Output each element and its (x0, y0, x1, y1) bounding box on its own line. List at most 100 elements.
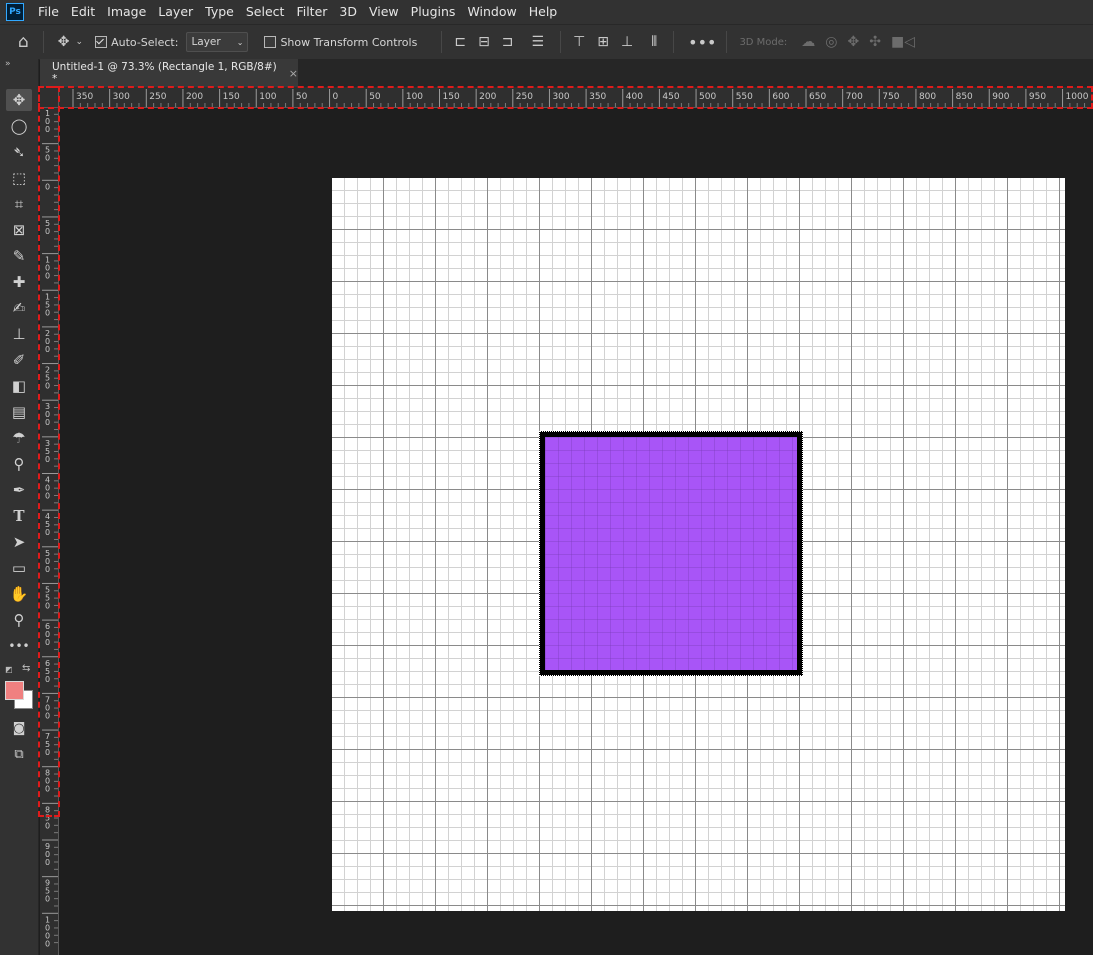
ruler-label: 0 (45, 601, 50, 610)
ruler-label: 950 (1029, 92, 1046, 102)
object-selection-icon[interactable]: ⬚ (6, 167, 32, 189)
menu-select[interactable]: Select (240, 0, 291, 24)
align-right-icon[interactable]: ⊐ (502, 34, 514, 50)
ruler-origin[interactable] (40, 87, 59, 108)
menu-help[interactable]: Help (523, 0, 564, 24)
align-left-icon[interactable]: ⊏ (454, 34, 466, 50)
ruler-label: 800 (919, 92, 936, 102)
blur-icon[interactable]: ☂ (6, 427, 32, 449)
document-tab[interactable]: Untitled-1 @ 73.3% (Rectangle 1, RGB/8#)… (40, 59, 298, 87)
ruler-label: 0 (45, 638, 50, 647)
rectangle-icon[interactable]: ▭ (6, 557, 32, 579)
menu-type[interactable]: Type (199, 0, 240, 24)
ruler-label: 900 (992, 92, 1009, 102)
vertical-ruler[interactable]: 1005005010015020025030035040045050055060… (40, 107, 59, 955)
ruler-label: 200 (479, 92, 496, 102)
pen-icon[interactable]: ✒ (6, 479, 32, 501)
type-icon[interactable]: T (6, 505, 32, 527)
ruler-label: 0 (45, 345, 50, 354)
crop-icon[interactable]: ⌗ (6, 193, 32, 215)
ruler-label: 650 (809, 92, 826, 102)
ruler-label: 150 (223, 92, 240, 102)
align-vertical-center-icon[interactable]: ⊞ (597, 34, 609, 50)
divider (673, 31, 675, 53)
menu-window[interactable]: Window (461, 0, 522, 24)
ruler-label: 0 (45, 492, 50, 501)
dodge-icon[interactable]: ⚲ (6, 453, 32, 475)
pan-3d-icon: ✥ (847, 34, 860, 50)
chevron-down-icon[interactable]: ⌄ (76, 37, 84, 47)
checkbox-checked-icon[interactable] (95, 36, 108, 48)
checkbox-unchecked-icon[interactable] (264, 36, 277, 48)
hand-icon[interactable]: ✋ (6, 583, 32, 605)
ruler-label: 400 (626, 92, 643, 102)
home-icon[interactable]: ⌂ (18, 32, 29, 52)
divider (42, 31, 44, 53)
ruler-label: 0 (45, 418, 50, 427)
ruler-label: 100 (259, 92, 276, 102)
orbit-3d-icon: ☁ (801, 34, 816, 50)
lasso-icon[interactable]: ➴ (6, 141, 32, 163)
menu-image[interactable]: Image (101, 0, 152, 24)
gradient-icon[interactable]: ▤ (6, 401, 32, 423)
elliptical-marquee-icon[interactable]: ◯ (6, 115, 32, 137)
menu-file[interactable]: File (32, 0, 65, 24)
options-bar: ⌂ ✥ ⌄ Auto-Select: Layer ⌄ Show Transfor… (0, 24, 1093, 60)
divider (726, 31, 728, 53)
frame-icon[interactable]: ⊠ (6, 219, 32, 241)
menu-view[interactable]: View (363, 0, 405, 24)
tools-panel: » ✥ ◯ ➴ ⬚ ⌗ ⊠ ✎ ✚ ✍ ⊥ ✐ ◧ ▤ ☂ ⚲ ✒ T ➤ ▭ … (0, 59, 39, 955)
ruler-label: 0 (45, 125, 50, 134)
collapse-panel-icon[interactable]: » (5, 59, 11, 69)
align-bottom-icon[interactable]: ⊥ (621, 34, 633, 50)
menu-edit[interactable]: Edit (65, 0, 101, 24)
foreground-color-swatch[interactable] (5, 681, 24, 700)
move-tool-icon[interactable]: ✥ (6, 89, 32, 111)
rectangle-shape[interactable] (545, 437, 797, 670)
ruler-label: 0 (45, 154, 50, 163)
distribute-icon[interactable]: ☰ (532, 34, 545, 50)
menu-plugins[interactable]: Plugins (405, 0, 462, 24)
ruler-label: 0 (45, 565, 50, 574)
history-brush-icon[interactable]: ✐ (6, 349, 32, 371)
healing-brush-icon[interactable]: ✚ (6, 271, 32, 293)
path-selection-icon[interactable]: ➤ (6, 531, 32, 553)
ruler-label: 300 (113, 92, 130, 102)
ruler-label: 1000 (1066, 92, 1089, 102)
default-colors-icon[interactable]: ◩ (5, 665, 13, 674)
eyedropper-icon[interactable]: ✎ (6, 245, 32, 267)
zoom-icon[interactable]: ⚲ (6, 609, 32, 631)
ruler-label: 50 (369, 92, 381, 102)
ruler-label: 700 (846, 92, 863, 102)
ruler-label: 0 (45, 455, 50, 464)
photoshop-logo[interactable]: Ps (6, 3, 24, 21)
horizontal-ruler[interactable]: 350 300 250 200 150 100 50 0 50 100 150 200 250 300 35… (40, 87, 1093, 108)
show-transform-checkbox[interactable]: Show Transform Controls (264, 36, 417, 49)
ruler-label: 150 (443, 92, 460, 102)
menu-layer[interactable]: Layer (152, 0, 199, 24)
move-tool-icon[interactable]: ✥ (58, 34, 70, 50)
align-horizontal-center-icon[interactable]: ⊟ (478, 34, 490, 50)
document-tab-strip: Untitled-1 @ 73.3% (Rectangle 1, RGB/8#)… (40, 59, 1093, 87)
eraser-icon[interactable]: ◧ (6, 375, 32, 397)
more-tools-icon[interactable]: ••• (6, 635, 32, 657)
swap-colors-icon[interactable]: ⇆ (22, 663, 30, 674)
ruler-label: 600 (772, 92, 789, 102)
align-top-icon[interactable]: ⊤ (573, 34, 585, 50)
ruler-label: 0 (45, 821, 50, 830)
screen-mode-icon[interactable]: ⧉ (6, 743, 32, 765)
quick-mask-icon[interactable]: ◙ (6, 717, 32, 739)
auto-select-target-dropdown[interactable]: Layer ⌄ (186, 32, 249, 52)
align-columns-icon[interactable]: ⫴ (651, 34, 657, 50)
close-icon[interactable]: × (289, 67, 298, 80)
clone-stamp-icon[interactable]: ⊥ (6, 323, 32, 345)
brush-icon[interactable]: ✍ (6, 297, 32, 319)
ruler-label: 850 (956, 92, 973, 102)
menu-filter[interactable]: Filter (290, 0, 333, 24)
auto-select-checkbox[interactable]: Auto-Select: (95, 36, 178, 49)
auto-select-label: Auto-Select: (111, 35, 179, 49)
ruler-label: 250 (149, 92, 166, 102)
menu-3d[interactable]: 3D (333, 0, 363, 24)
more-options-icon[interactable]: ••• (688, 33, 716, 52)
ruler-label: 0 (45, 272, 50, 281)
